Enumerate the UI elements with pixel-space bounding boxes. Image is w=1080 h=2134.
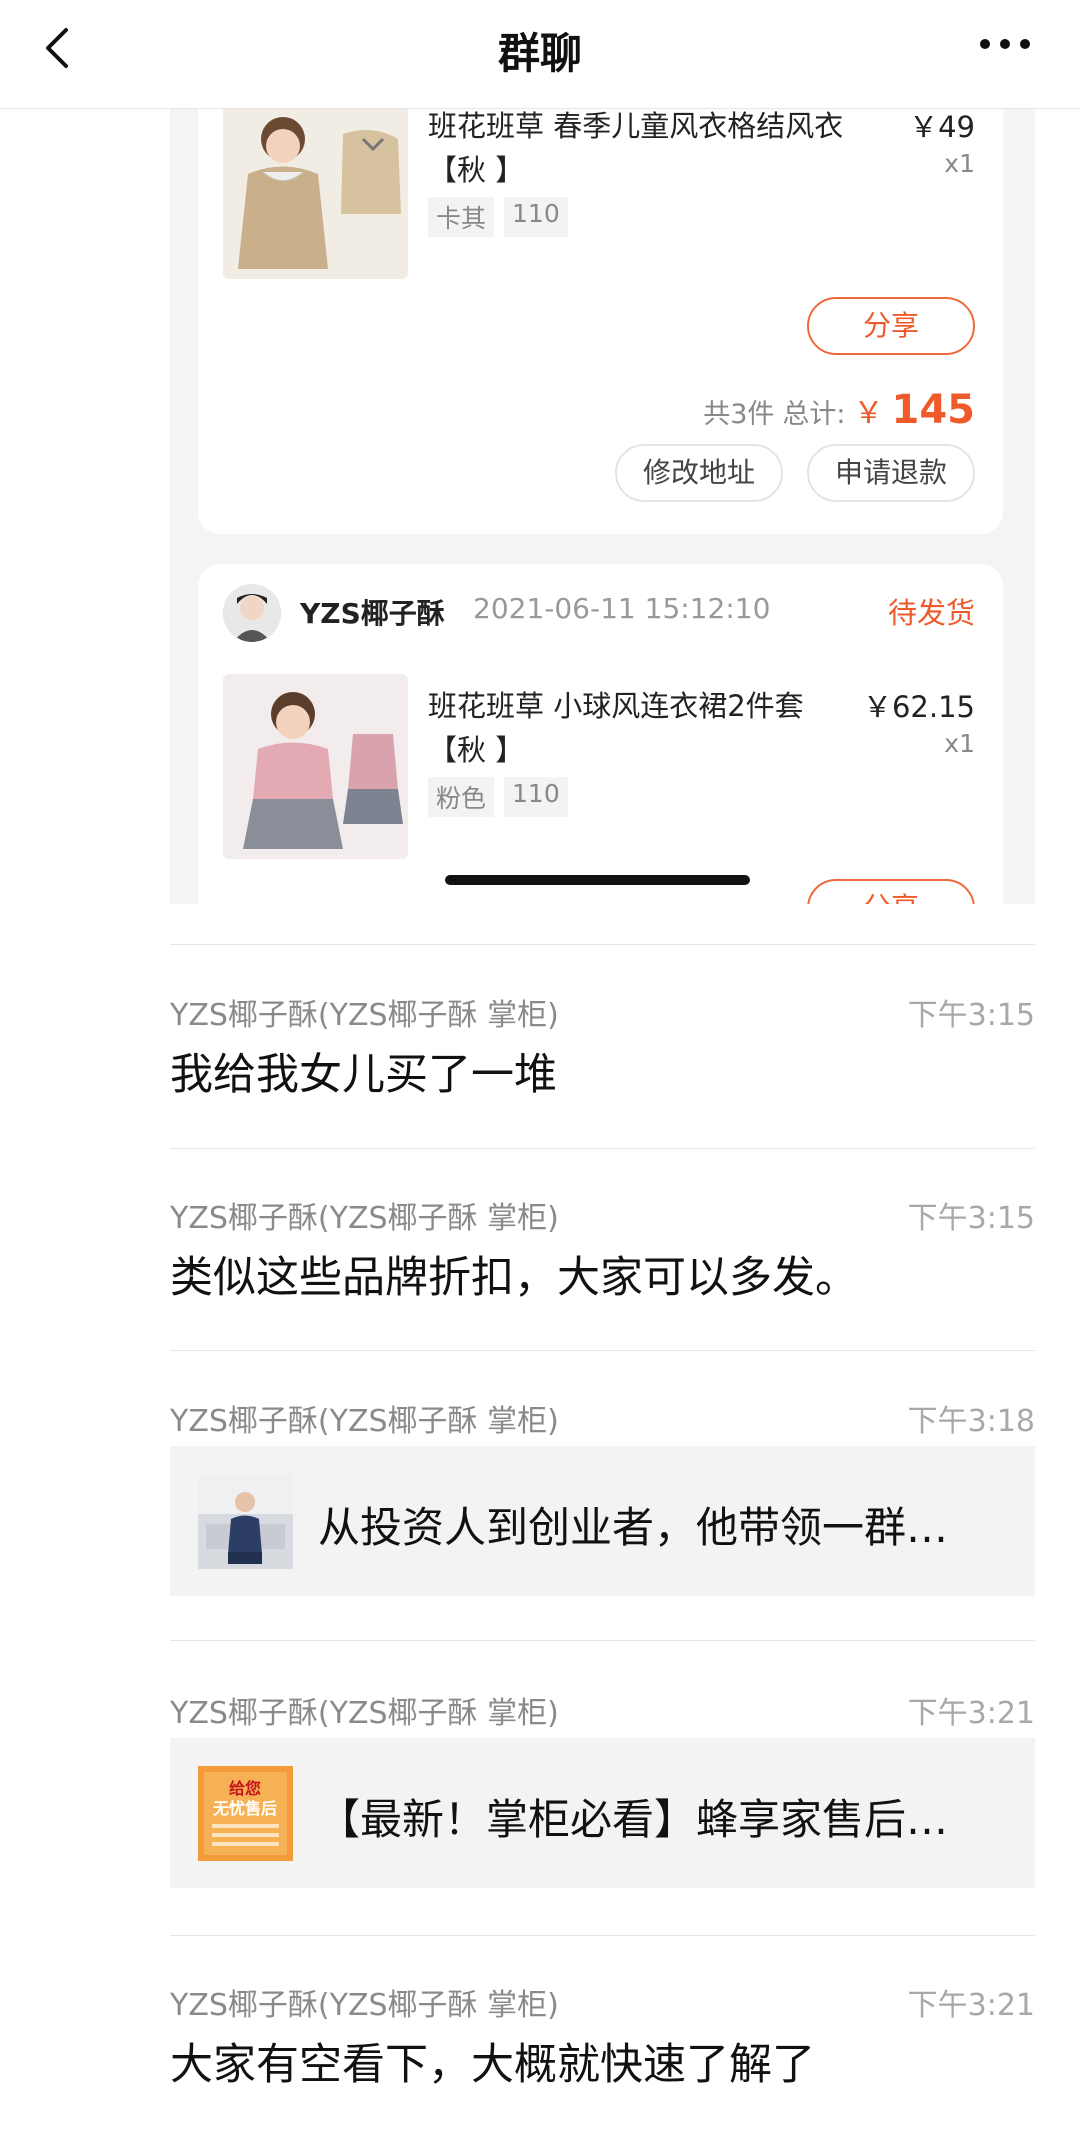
divider: [170, 1640, 1035, 1641]
link-title: 【最新！掌柜必看】蜂享家售后…: [318, 1795, 949, 1844]
total-currency: ￥: [853, 396, 884, 431]
chat-message[interactable]: YZS椰子酥(YZS椰子酥 掌柜) 下午3:15 类似这些品牌折扣，大家可以多发…: [170, 1193, 1035, 1313]
spec-color: 卡其: [428, 197, 495, 237]
spec-color: 粉色: [428, 777, 495, 817]
home-indicator: [445, 875, 750, 885]
share-button[interactable]: 分享: [807, 879, 975, 904]
message-sender: YZS椰子酥(YZS椰子酥 掌柜): [170, 998, 559, 1033]
product-spec: 粉色 110: [428, 777, 568, 817]
message-time: 下午3:21: [907, 1988, 1035, 2023]
total-count: 共3件: [703, 399, 775, 430]
order-total: 共3件 总计: ￥ 145: [703, 387, 975, 433]
total-amount: 145: [891, 387, 976, 433]
link-card[interactable]: 从投资人到创业者，他带领一群…: [170, 1446, 1035, 1596]
more-dots-icon: [980, 39, 1030, 49]
spec-size: 110: [504, 197, 568, 237]
product-image: [223, 674, 408, 859]
edit-address-button[interactable]: 修改地址: [615, 444, 783, 502]
product-qty: x1: [944, 149, 975, 178]
link-card[interactable]: 给您 无忧售后 【最新！掌柜必看】蜂享家售后…: [170, 1738, 1035, 1888]
chat-page: 群聊 班花班草 春季儿童风衣格结风衣【秋 】 ￥49 x1 卡其 110 分享 …: [0, 0, 1080, 2134]
link-thumbnail: 给您 无忧售后: [198, 1766, 293, 1861]
chat-message[interactable]: YZS椰子酥(YZS椰子酥 掌柜) 下午3:21 大家有空看下，大概就快速了解了: [170, 1980, 1035, 2100]
message-time: 下午3:21: [907, 1696, 1035, 1731]
product-spec: 卡其 110: [428, 197, 568, 237]
message-time: 下午3:15: [907, 1201, 1035, 1236]
message-sender: YZS椰子酥(YZS椰子酥 掌柜): [170, 1404, 559, 1439]
top-nav-bar: 群聊: [0, 0, 1080, 109]
order-card: 班花班草 春季儿童风衣格结风衣【秋 】 ￥49 x1 卡其 110 分享 共3件…: [198, 109, 1003, 534]
refund-button[interactable]: 申请退款: [807, 444, 975, 502]
spec-size: 110: [504, 777, 568, 817]
link-thumbnail: [198, 1474, 293, 1569]
divider: [170, 1935, 1035, 1936]
page-title: 群聊: [497, 29, 582, 78]
link-title: 从投资人到创业者，他带领一群…: [318, 1503, 949, 1552]
product-name: 班花班草 小球风连衣裙2件套【秋 】: [428, 689, 804, 767]
thumb-text: 无忧售后: [212, 1799, 277, 1818]
seller-avatar: [223, 584, 281, 642]
more-button[interactable]: [970, 24, 1040, 64]
seller-name: YZS椰子酥: [300, 597, 445, 630]
chat-message[interactable]: YZS椰子酥(YZS椰子酥 掌柜) 下午3:18 从投资人到创业者，他带领一群…: [170, 1396, 1035, 1601]
divider: [170, 1350, 1035, 1351]
total-label: 总计:: [782, 399, 846, 430]
message-text: 大家有空看下，大概就快速了解了: [170, 2040, 815, 2090]
message-text: 我给我女儿买了一堆: [170, 1050, 557, 1100]
product-qty: x1: [944, 729, 975, 758]
message-sender: YZS椰子酥(YZS椰子酥 掌柜): [170, 1696, 559, 1731]
message-sender: YZS椰子酥(YZS椰子酥 掌柜): [170, 1201, 559, 1236]
message-sender: YZS椰子酥(YZS椰子酥 掌柜): [170, 1988, 559, 2023]
order-status: 待发货: [887, 596, 975, 630]
divider: [170, 1148, 1035, 1149]
product-price: ￥49: [909, 110, 975, 144]
product-price: ￥62.15: [862, 690, 975, 724]
order-card: YZS椰子酥 2021-06-11 15:12:10 待发货 班花班草 小球风连…: [198, 564, 1003, 904]
order-screenshot-image[interactable]: 班花班草 春季儿童风衣格结风衣【秋 】 ￥49 x1 卡其 110 分享 共3件…: [170, 109, 1035, 904]
chat-message[interactable]: YZS椰子酥(YZS椰子酥 掌柜) 下午3:21 给您 无忧售后 【最新！掌柜必…: [170, 1688, 1035, 1893]
share-button[interactable]: 分享: [807, 297, 975, 355]
thumb-text: 给您: [229, 1779, 261, 1798]
order-time: 2021-06-11 15:12:10: [473, 592, 771, 625]
chat-message[interactable]: YZS椰子酥(YZS椰子酥 掌柜) 下午3:15 我给我女儿买了一堆: [170, 990, 1035, 1110]
message-text: 类似这些品牌折扣，大家可以多发。: [170, 1253, 858, 1303]
message-time: 下午3:15: [907, 998, 1035, 1033]
product-name: 班花班草 春季儿童风衣格结风衣【秋 】: [428, 109, 844, 187]
divider: [170, 944, 1035, 945]
message-time: 下午3:18: [907, 1404, 1035, 1439]
product-image: [223, 109, 408, 279]
